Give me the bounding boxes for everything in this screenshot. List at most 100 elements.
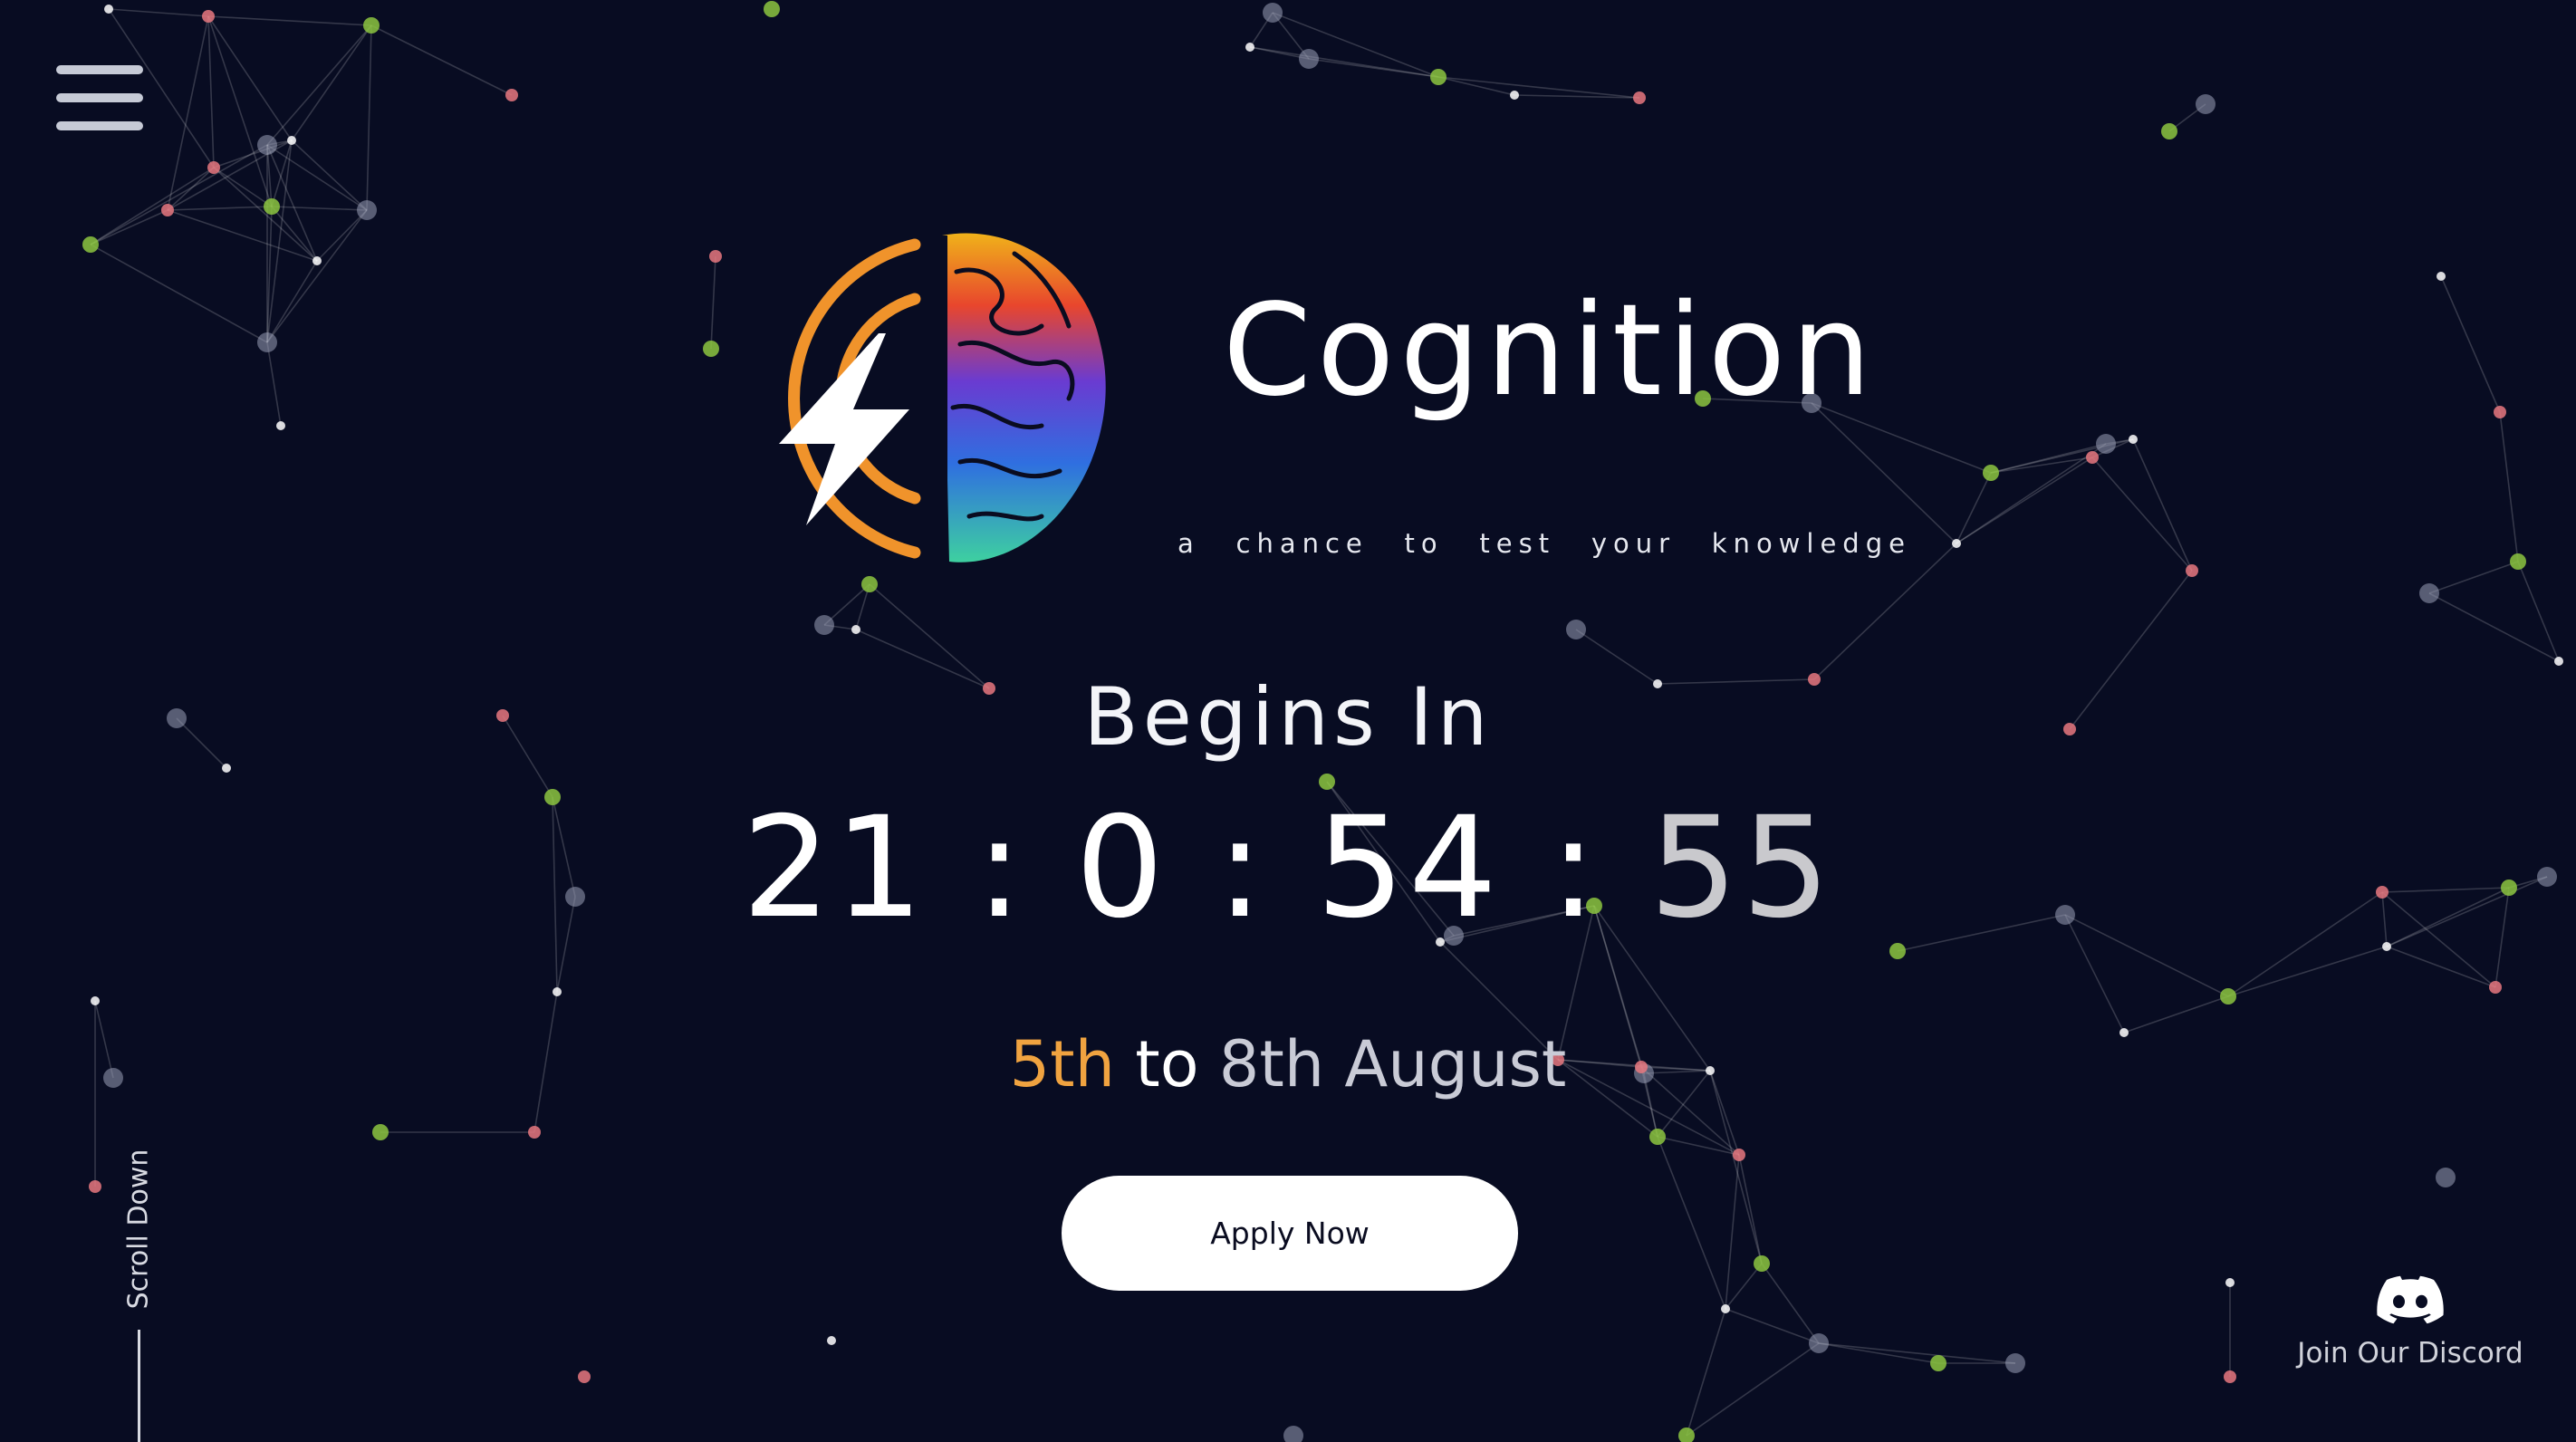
network-link — [2428, 561, 2519, 594]
network-link — [316, 209, 368, 262]
scroll-indicator-line — [138, 1330, 140, 1442]
network-link — [2123, 995, 2229, 1033]
discord-icon — [2377, 1275, 2444, 1324]
network-link — [1657, 1136, 1740, 1156]
network-node — [2224, 1370, 2236, 1383]
tagline-word: test — [1479, 528, 1556, 559]
discord-label: Join Our Discord — [2297, 1337, 2523, 1370]
network-link — [869, 583, 990, 689]
network-node — [257, 135, 277, 155]
network-node — [2510, 553, 2526, 570]
network-node — [372, 1124, 389, 1140]
network-node — [1649, 1129, 1666, 1145]
tagline-word: your — [1591, 528, 1677, 559]
network-link — [2091, 457, 2193, 572]
network-link — [90, 244, 268, 343]
network-link — [1437, 76, 1640, 99]
network-node — [2161, 123, 2177, 139]
network-node — [2096, 434, 2116, 454]
network-link — [291, 139, 368, 211]
network-node — [2494, 406, 2506, 418]
network-node — [89, 1180, 101, 1193]
tagline: a chance to test your knowledge — [1177, 528, 1911, 559]
network-link — [213, 167, 318, 262]
network-node — [1733, 1149, 1745, 1161]
network-node — [2437, 272, 2446, 281]
countdown-separator: : — [1216, 787, 1267, 949]
countdown-separator: : — [1549, 787, 1600, 949]
network-node — [851, 625, 860, 634]
network-link — [2386, 946, 2496, 988]
hamburger-menu-icon[interactable] — [56, 65, 143, 130]
network-link — [90, 167, 215, 245]
network-node — [814, 615, 834, 635]
network-node — [1566, 620, 1586, 639]
network-link — [207, 15, 293, 141]
network-node — [2220, 988, 2236, 1005]
network-link — [167, 206, 273, 211]
network-link — [207, 15, 273, 207]
network-node — [578, 1370, 591, 1383]
network-node — [104, 5, 113, 14]
join-discord-link[interactable]: Join Our Discord — [2288, 1275, 2533, 1384]
network-link — [1725, 1154, 1740, 1310]
scroll-down-label[interactable]: Scroll Down — [123, 1149, 155, 1310]
network-link — [167, 209, 318, 262]
network-node — [505, 89, 518, 101]
tagline-word: to — [1404, 528, 1444, 559]
network-node — [312, 256, 322, 265]
countdown-seconds: 55 — [1648, 787, 1834, 949]
network-node — [363, 17, 380, 34]
network-link — [207, 15, 372, 26]
network-link — [370, 24, 513, 96]
network-node — [202, 10, 215, 23]
network-node — [2225, 1278, 2235, 1287]
cognition-logo — [779, 233, 1106, 566]
network-node — [1263, 3, 1283, 23]
network-link — [271, 206, 368, 211]
network-node — [276, 421, 285, 430]
tagline-word: chance — [1235, 528, 1369, 559]
network-node — [528, 1126, 541, 1139]
network-node — [2489, 981, 2502, 994]
network-link — [1709, 1070, 1763, 1264]
network-node — [1245, 43, 1254, 52]
network-link — [1813, 543, 1957, 680]
network-node — [1721, 1304, 1730, 1313]
end-date: 8th August — [1218, 1027, 1567, 1101]
network-node — [82, 236, 99, 253]
network-link — [1738, 1154, 1763, 1264]
network-link — [2440, 275, 2501, 413]
network-node — [2186, 564, 2198, 577]
network-node — [2382, 942, 2391, 951]
network-node — [764, 1, 780, 17]
network-node — [1983, 465, 1999, 481]
network-link — [2499, 411, 2519, 562]
network-link — [2227, 946, 2388, 997]
network-link — [90, 144, 268, 245]
countdown-timer: 21:0:54:55 — [0, 799, 2576, 938]
network-node — [2554, 657, 2563, 666]
apply-now-button[interactable]: Apply Now — [1062, 1176, 1518, 1291]
network-node — [207, 161, 220, 174]
network-node — [161, 204, 174, 216]
network-node — [703, 341, 719, 357]
network-link — [1686, 1308, 1726, 1437]
countdown-hours: 0 — [1075, 787, 1168, 949]
event-dates: 5th to 8th August — [0, 1033, 2576, 1096]
network-node — [709, 250, 722, 263]
date-connector: to — [1135, 1027, 1199, 1101]
network-node — [287, 136, 296, 145]
network-node — [357, 200, 377, 220]
network-link — [266, 341, 282, 427]
network-node — [1678, 1428, 1695, 1442]
network-link — [1686, 1342, 1820, 1437]
network-node — [1283, 1426, 1303, 1442]
network-node — [1510, 91, 1519, 100]
network-link — [291, 24, 372, 141]
network-link — [1437, 76, 1515, 96]
network-link — [266, 144, 368, 211]
network-link — [90, 209, 168, 245]
network-node — [827, 1336, 836, 1345]
network-link — [2517, 561, 2560, 662]
